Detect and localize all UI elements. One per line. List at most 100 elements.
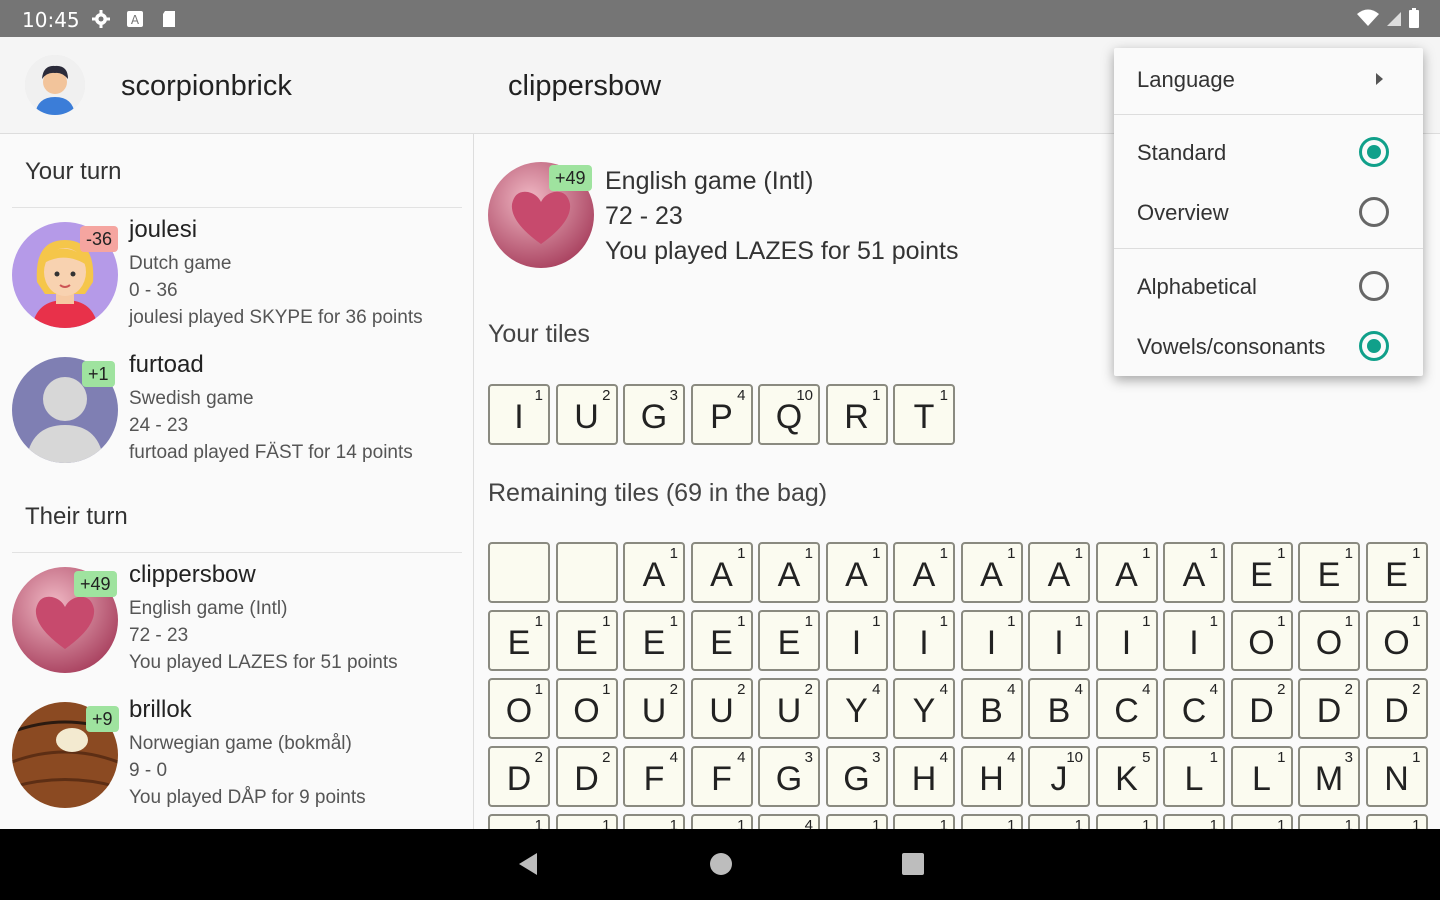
menu-item-overview[interactable]: Overview — [1114, 182, 1423, 242]
back-icon[interactable] — [515, 851, 541, 877]
letter-tile: F4 — [690, 746, 753, 807]
game-score: 0 - 36 — [129, 280, 178, 301]
status-bar: 10:45 A — [0, 0, 1440, 37]
letter-tile: 1 — [690, 814, 753, 829]
home-icon[interactable] — [708, 851, 734, 877]
tile-points: 4 — [1209, 681, 1218, 698]
game-item-clippersbow[interactable]: +49 clippersbow English game (Intl) 72 -… — [12, 561, 462, 686]
letter-tile: 1 — [1095, 814, 1158, 829]
letter-tile: I1 — [960, 610, 1023, 671]
tile-points: 1 — [1209, 749, 1218, 766]
tile-points: 1 — [602, 681, 611, 698]
letter-tile: T1 — [893, 384, 955, 445]
letter-tile: L1 — [1230, 746, 1293, 807]
last-move: joulesi played SKYPE for 36 points — [129, 307, 423, 328]
letter-tile: B4 — [1028, 678, 1090, 739]
letter-tile: F4 — [623, 746, 685, 807]
letter-tile: E1 — [555, 610, 618, 671]
letter-tile: N1 — [1365, 746, 1428, 807]
score-diff-badge: +1 — [82, 361, 115, 387]
svg-text:A: A — [131, 13, 140, 27]
tile-points: 1 — [939, 613, 948, 630]
user-avatar[interactable] — [25, 55, 85, 115]
last-move: You played LAZES for 51 points — [129, 652, 398, 673]
tile-points: 4 — [939, 681, 948, 698]
opponent-name: clippersbow — [508, 70, 662, 102]
letter-tile: D2 — [555, 746, 618, 807]
your-turn-heading: Your turn — [25, 158, 122, 185]
letter-tile: 1 — [1163, 814, 1225, 829]
opponent-name: furtoad — [129, 351, 204, 378]
game-item-furtoad[interactable]: +1 furtoad Swedish game 24 - 23 furtoad … — [12, 351, 462, 476]
game-item-brillok[interactable]: +9 brillok Norwegian game (bokmål) 9 - 0… — [12, 696, 462, 821]
menu-item-label: Vowels/consonants — [1137, 334, 1326, 359]
letter-tile: U2 — [623, 678, 685, 739]
letter-tile: I1 — [1163, 610, 1225, 671]
letter-tile: Q 10 — [758, 384, 820, 445]
letter-tile: I1 — [825, 610, 888, 671]
tile-points: 1 — [1412, 545, 1421, 562]
tile-points: 1 — [1412, 613, 1421, 630]
letter-tile: 1 — [893, 814, 955, 829]
letter-tile: O1 — [488, 678, 550, 739]
game-item-joulesi[interactable]: -36 joulesi Dutch game 0 - 36 joulesi pl… — [12, 216, 462, 341]
tile-points: 4 — [669, 749, 678, 766]
tile-points: 4 — [1007, 681, 1016, 698]
menu-item-vowels-consonants[interactable]: Vowels/consonants — [1114, 316, 1423, 376]
sd-card-icon — [163, 11, 175, 27]
signal-icon — [1387, 12, 1401, 26]
tile-points: 1 — [534, 387, 543, 404]
tile-points: 1 — [1074, 613, 1083, 630]
recents-icon[interactable] — [900, 851, 926, 877]
tile-points: 1 — [1412, 817, 1421, 829]
tile-points: 3 — [1344, 749, 1353, 766]
letter-tile: K5 — [1095, 746, 1158, 807]
menu-item-alphabetical[interactable]: Alphabetical — [1114, 256, 1423, 316]
remaining-tiles-label: Remaining tiles (69 in the bag) — [488, 479, 828, 507]
letter-tile: M3 — [1298, 746, 1360, 807]
tile-points: 1 — [804, 613, 813, 630]
letter-tile: A1 — [758, 542, 820, 603]
tile-points: 1 — [1277, 613, 1286, 630]
tile-points: 1 — [1277, 545, 1286, 562]
game-score: 72 - 23 — [605, 202, 683, 230]
tile-points: 1 — [602, 817, 611, 829]
tile-points: 2 — [602, 387, 611, 404]
tile-points: 1 — [1007, 545, 1016, 562]
letter-tile: J 10 — [1028, 746, 1090, 807]
letter-tile: B4 — [960, 678, 1023, 739]
game-language: Norwegian game (bokmål) — [129, 733, 352, 754]
letter-tile: A1 — [623, 542, 685, 603]
menu-item-language[interactable]: Language — [1114, 49, 1423, 109]
menu-divider — [1114, 114, 1423, 115]
score-diff-badge: +9 — [86, 706, 119, 732]
radio-selected-icon[interactable] — [1359, 331, 1389, 361]
radio-unselected-icon[interactable] — [1359, 271, 1389, 301]
last-move: furtoad played FÄST for 14 points — [129, 442, 413, 463]
letter-tile: 1 — [1298, 814, 1360, 829]
letter-tile: E1 — [623, 610, 685, 671]
game-score: 72 - 23 — [129, 625, 189, 646]
menu-item-standard[interactable]: Standard — [1114, 122, 1423, 182]
sort-options-menu: Language Standard Overview Alphabetical … — [1114, 48, 1423, 376]
menu-item-label: Language — [1137, 67, 1235, 92]
your-tiles-label: Your tiles — [488, 320, 590, 348]
tile-points: 1 — [534, 613, 543, 630]
submenu-arrow-icon — [1376, 73, 1383, 85]
letter-tile: 1 — [1230, 814, 1293, 829]
menu-item-label: Standard — [1137, 140, 1227, 165]
radio-selected-icon[interactable] — [1359, 137, 1389, 167]
score-diff-badge: -36 — [80, 226, 119, 252]
user-avatar-icon — [25, 55, 85, 115]
game-score: 24 - 23 — [129, 415, 189, 436]
tile-points: 4 — [939, 749, 948, 766]
tile-points: 1 — [1142, 545, 1151, 562]
tile-points: 3 — [669, 387, 678, 404]
letter-tile: 1 — [555, 814, 618, 829]
tile-points: 2 — [1412, 681, 1421, 698]
tile-points: 1 — [1209, 545, 1218, 562]
letter-tile: A1 — [1095, 542, 1158, 603]
radio-unselected-icon[interactable] — [1359, 197, 1389, 227]
letter-tile: C4 — [1163, 678, 1225, 739]
tile-points: 1 — [1007, 817, 1016, 829]
